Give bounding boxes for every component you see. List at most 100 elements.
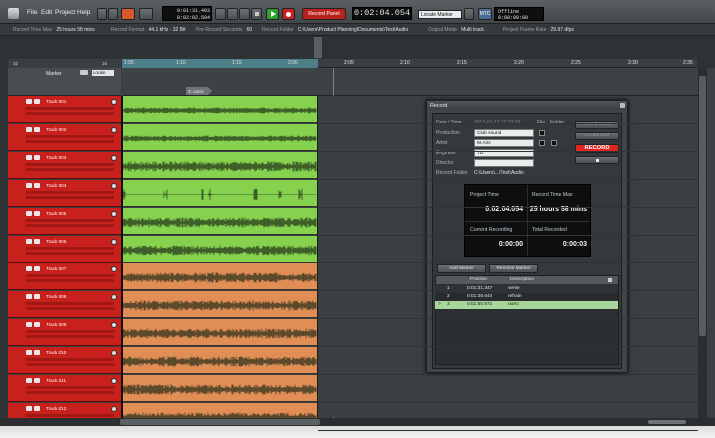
record-arm-icon[interactable] xyxy=(111,266,117,273)
marker-edit-icon[interactable] xyxy=(80,70,88,75)
range-tool-button[interactable] xyxy=(108,8,118,20)
mute-icon[interactable] xyxy=(26,350,32,356)
director-field[interactable] xyxy=(474,159,534,167)
audio-clip[interactable] xyxy=(123,123,317,151)
artist-folder-checkbox[interactable] xyxy=(551,140,557,146)
solo-icon[interactable] xyxy=(34,182,40,188)
remove-marker-button[interactable]: Remove Marker xyxy=(489,264,538,273)
vertical-scrollbar[interactable] xyxy=(698,68,707,418)
mute-icon[interactable] xyxy=(26,126,32,132)
menu-file[interactable]: File xyxy=(27,9,37,16)
locate-marker-select[interactable]: Locate Marker xyxy=(418,10,462,19)
mtc-button[interactable]: MTC xyxy=(478,8,492,20)
overview-track[interactable] xyxy=(314,37,322,58)
close-icon[interactable] xyxy=(620,103,625,108)
menu-project[interactable]: Project xyxy=(55,9,75,16)
record-arm-icon[interactable] xyxy=(111,378,117,384)
production-file-checkbox[interactable] xyxy=(539,130,545,136)
audio-clip[interactable] xyxy=(123,291,317,319)
marker-tag[interactable]: 3: outro xyxy=(186,87,212,95)
audio-clip[interactable] xyxy=(123,96,317,123)
go-start-button[interactable] xyxy=(215,8,226,20)
marker-row-selected[interactable]: > 3 0:01:50.871 outro xyxy=(435,301,618,309)
audio-clip[interactable] xyxy=(123,319,317,347)
solo-icon[interactable] xyxy=(34,99,40,104)
stop-button[interactable] xyxy=(251,8,262,20)
record-dialog-titlebar[interactable]: Record xyxy=(427,101,627,110)
track-header[interactable]: Track 010 xyxy=(8,347,121,375)
track-header[interactable]: Track 005 xyxy=(8,207,121,235)
track-header[interactable]: Track 009 xyxy=(8,319,121,347)
solo-icon[interactable] xyxy=(34,322,40,328)
record-arm-icon[interactable] xyxy=(111,99,117,105)
pointer-tool-button[interactable] xyxy=(97,8,107,20)
marker-locate-select[interactable]: Locate xyxy=(92,70,114,76)
record-panel-button[interactable]: Record Panel xyxy=(302,8,346,20)
grid-tool-button[interactable] xyxy=(139,8,153,20)
add-marker-button[interactable]: Add Marker xyxy=(437,264,486,273)
solo-icon[interactable] xyxy=(34,294,40,300)
lock-button[interactable] xyxy=(575,156,619,164)
record-arm-icon[interactable] xyxy=(111,350,117,357)
mute-icon[interactable] xyxy=(26,99,32,104)
marker-row[interactable]: 2 0:01:38.644 refrain xyxy=(435,293,618,301)
locate-end-button[interactable]: Locate End xyxy=(575,132,619,140)
solo-icon[interactable] xyxy=(34,266,40,272)
mute-icon[interactable] xyxy=(26,322,32,328)
solo-icon[interactable] xyxy=(34,378,40,383)
track-header[interactable]: Track 003 xyxy=(8,151,121,179)
record-arm-icon[interactable] xyxy=(111,182,117,189)
record-arm-icon[interactable] xyxy=(111,322,117,329)
marker-next-button[interactable] xyxy=(464,8,474,20)
rewind-button[interactable] xyxy=(227,8,238,20)
solo-icon[interactable] xyxy=(34,154,40,160)
record-arm-icon[interactable] xyxy=(111,210,117,217)
track-header[interactable]: Track 002 xyxy=(8,123,121,151)
audio-clip[interactable] xyxy=(123,151,317,179)
production-field[interactable]: Club sound xyxy=(474,129,534,137)
record-arm-icon[interactable] xyxy=(111,238,117,245)
track-header[interactable]: Track 008 xyxy=(8,291,121,319)
solo-icon[interactable] xyxy=(34,238,40,244)
horizontal-scroll-thumb[interactable] xyxy=(120,419,320,425)
menu-help[interactable]: Help xyxy=(77,9,90,16)
zoom-slider[interactable] xyxy=(648,420,686,424)
track-header[interactable]: Track 006 xyxy=(8,235,121,263)
record-transport-button[interactable] xyxy=(282,8,295,20)
mute-icon[interactable] xyxy=(26,182,32,188)
mute-icon[interactable] xyxy=(26,210,32,216)
play-button[interactable] xyxy=(266,8,279,20)
record-arm-icon[interactable] xyxy=(111,405,117,412)
horizontal-scrollbar[interactable] xyxy=(0,418,715,426)
solo-icon[interactable] xyxy=(34,350,40,356)
color-tool-button[interactable] xyxy=(121,8,135,20)
menu-edit[interactable]: Edit xyxy=(41,9,52,16)
audio-clip[interactable] xyxy=(123,375,317,402)
audio-clip[interactable] xyxy=(123,235,317,263)
audio-clip[interactable] xyxy=(123,207,317,235)
audio-clip[interactable] xyxy=(123,263,317,291)
cycle-button[interactable] xyxy=(239,8,250,20)
solo-icon[interactable] xyxy=(34,405,40,411)
track-header[interactable]: Track 004 xyxy=(8,179,121,207)
record-folder-value[interactable]: C:\Users\...\Test\Audio xyxy=(474,170,524,176)
record-arm-icon[interactable] xyxy=(111,126,117,133)
solo-icon[interactable] xyxy=(34,126,40,132)
track-header[interactable]: Track 007 xyxy=(8,263,121,291)
track-header[interactable]: Track 001 xyxy=(8,96,121,123)
solo-icon[interactable] xyxy=(34,210,40,216)
artist-file-checkbox[interactable] xyxy=(539,140,545,146)
record-arm-icon[interactable] xyxy=(111,294,117,301)
artist-field[interactable]: M.Aris xyxy=(474,139,534,147)
audio-clip[interactable] xyxy=(123,179,317,207)
marker-row[interactable]: 1 0:01:31.347 verse xyxy=(435,285,618,293)
mute-icon[interactable] xyxy=(26,294,32,300)
track-header[interactable]: Track 011 xyxy=(8,375,121,402)
mute-icon[interactable] xyxy=(26,266,32,272)
mute-icon[interactable] xyxy=(26,405,32,411)
record-arm-icon[interactable] xyxy=(111,154,117,161)
mute-icon[interactable] xyxy=(26,378,32,383)
mute-icon[interactable] xyxy=(26,154,32,160)
audio-clip[interactable] xyxy=(123,347,317,375)
vertical-scroll-thumb[interactable] xyxy=(699,76,706,336)
